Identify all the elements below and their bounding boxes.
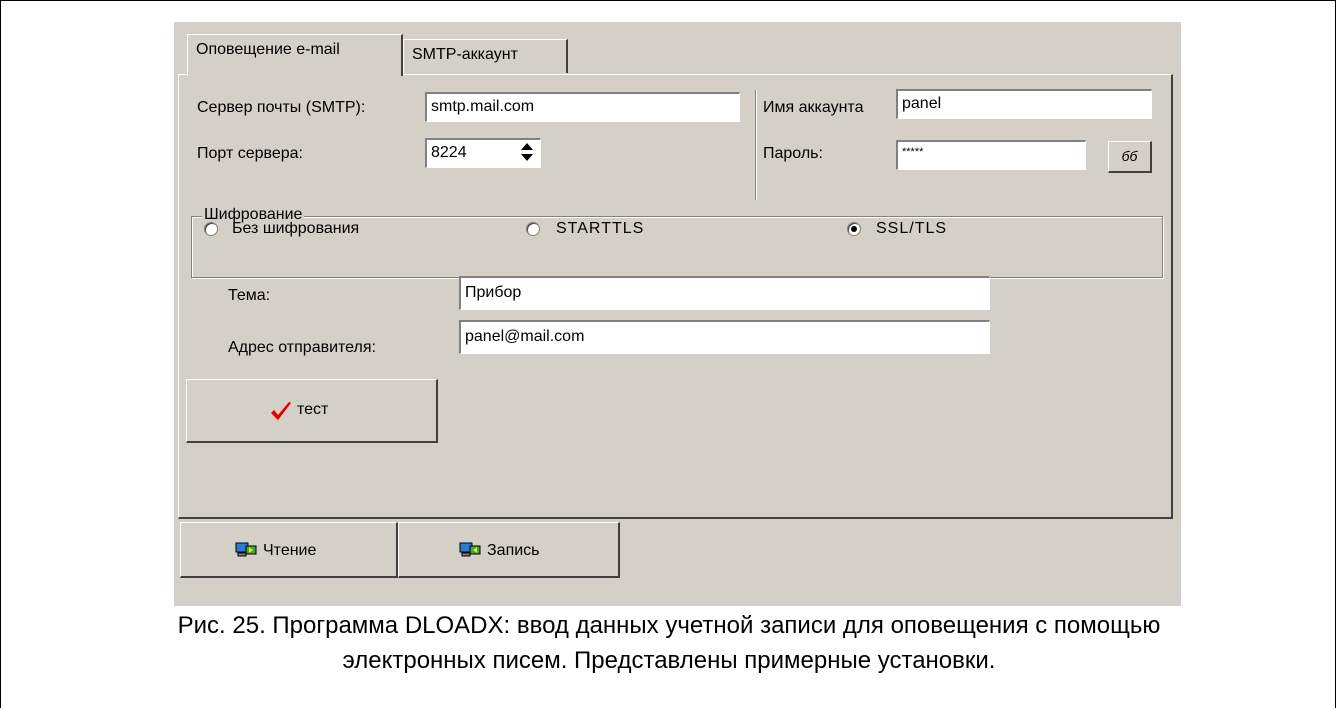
tab-email-notification[interactable]: Оповещение e-mail (187, 34, 403, 76)
tab-smtp-account[interactable]: SMTP-аккаунт (403, 39, 568, 73)
subject-label: Тема: (228, 287, 271, 304)
sender-input[interactable]: panel@mail.com (459, 320, 990, 354)
checkmark-icon (271, 402, 291, 420)
radio-no-encryption[interactable] (204, 222, 218, 236)
write-button[interactable]: Запись (398, 522, 620, 578)
radio-ssl-tls[interactable] (847, 222, 861, 236)
column-separator (755, 90, 757, 200)
radio-ssl-tls-label: SSL/TLS (876, 220, 948, 237)
test-button-label: тест (297, 401, 329, 418)
write-button-label: Запись (487, 542, 540, 559)
account-input[interactable]: panel (896, 89, 1152, 119)
radio-selected-dot (851, 226, 857, 232)
spin-down-icon[interactable] (521, 154, 533, 161)
port-label: Порт сервера: (197, 145, 303, 162)
write-computer-icon (459, 542, 481, 557)
dloadx-dialog: SMTP-аккаунт Оповещение e-mail Сервер по… (174, 22, 1181, 606)
subject-input[interactable]: Прибор (459, 276, 990, 310)
radio-no-encryption-label: Без шифрования (232, 220, 360, 237)
tab-label: SMTP-аккаунт (412, 46, 518, 63)
caption-line-2: электронных писем. Представлены примерны… (342, 647, 996, 674)
spin-up-icon[interactable] (521, 143, 533, 150)
sender-label: Адрес отправителя: (228, 339, 376, 356)
read-button-label: Чтение (263, 542, 317, 559)
radio-starttls[interactable] (526, 222, 540, 236)
radio-starttls-label: STARTTLS (556, 220, 645, 237)
test-button[interactable]: тест (186, 379, 438, 443)
password-input[interactable]: ***** (896, 140, 1086, 170)
port-value: 8224 (431, 144, 467, 161)
port-spinner[interactable] (516, 140, 538, 166)
server-input[interactable]: smtp.mail.com (425, 92, 740, 122)
read-button[interactable]: Чтение (180, 522, 398, 578)
show-password-label: бб (1121, 148, 1138, 164)
account-label: Имя аккаунта (763, 99, 864, 116)
password-label: Пароль: (763, 145, 823, 162)
server-label: Сервер почты (SMTP): (197, 99, 366, 116)
caption-line-1: Рис. 25. Программа DLOADX: ввод данных у… (177, 612, 1161, 639)
figure-caption: Рис. 25. Программа DLOADX: ввод данных у… (0, 608, 1338, 678)
show-password-button[interactable]: бб (1108, 141, 1152, 173)
tab-label: Оповещение e-mail (196, 41, 340, 58)
read-computer-icon (235, 542, 257, 557)
